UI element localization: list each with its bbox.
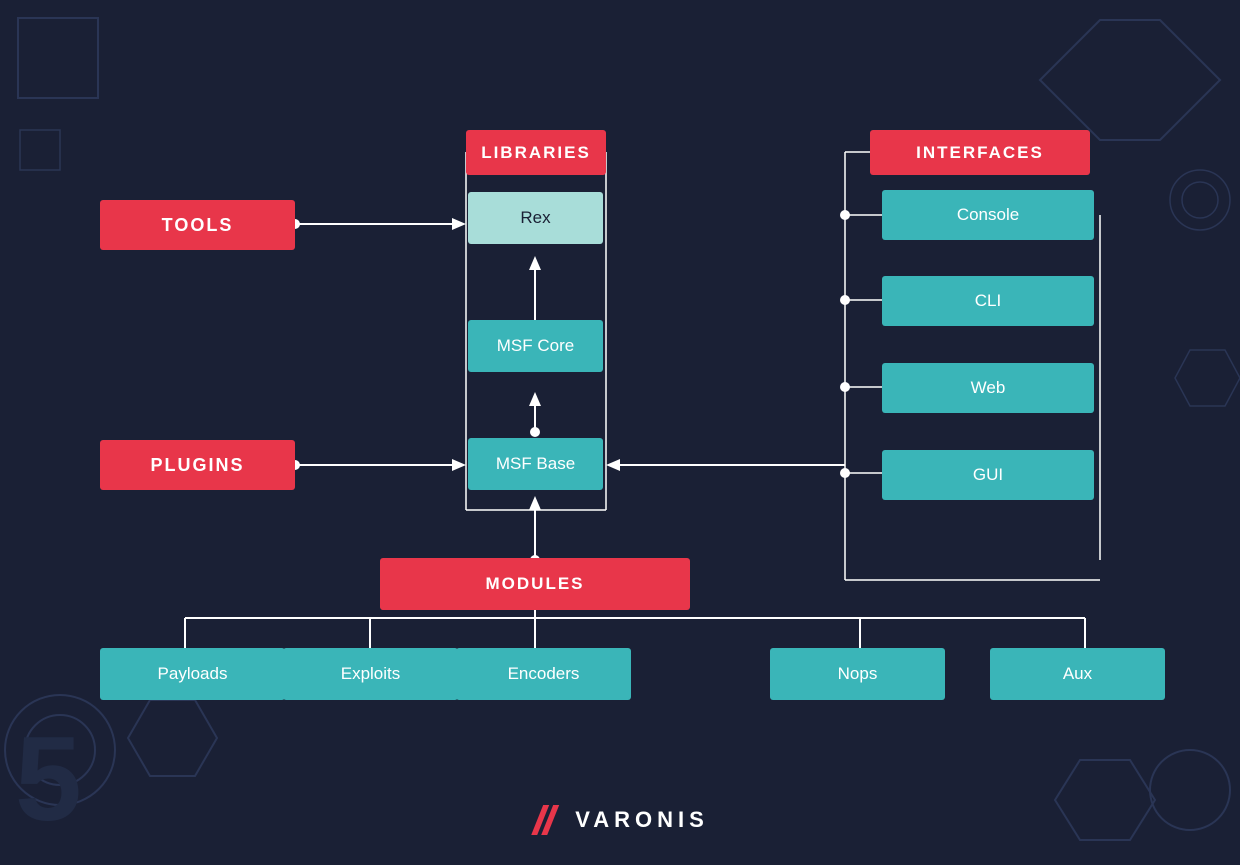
varonis-logo: VARONIS xyxy=(531,805,709,835)
varonis-chevron-icon xyxy=(531,805,567,835)
cli-box: CLI xyxy=(882,276,1094,326)
web-box: Web xyxy=(882,363,1094,413)
nops-box: Nops xyxy=(770,648,945,700)
encoders-box: Encoders xyxy=(456,648,631,700)
diagram-container: 5 xyxy=(0,0,1240,865)
interfaces-box: INTERFACES xyxy=(870,130,1090,175)
rex-box: Rex xyxy=(468,192,603,244)
svg-text:5: 5 xyxy=(15,712,82,846)
tools-box: TOOLS xyxy=(100,200,295,250)
aux-box: Aux xyxy=(990,648,1165,700)
msf-base-box: MSF Base xyxy=(468,438,603,490)
msf-core-box: MSF Core xyxy=(468,320,603,372)
libraries-box: LIBRARIES xyxy=(466,130,606,175)
payloads-box: Payloads xyxy=(100,648,285,700)
gui-box: GUI xyxy=(882,450,1094,500)
console-box: Console xyxy=(882,190,1094,240)
exploits-box: Exploits xyxy=(283,648,458,700)
modules-box: MODULES xyxy=(380,558,690,610)
plugins-box: PLUGINS xyxy=(100,440,295,490)
varonis-brand-name: VARONIS xyxy=(575,807,709,833)
